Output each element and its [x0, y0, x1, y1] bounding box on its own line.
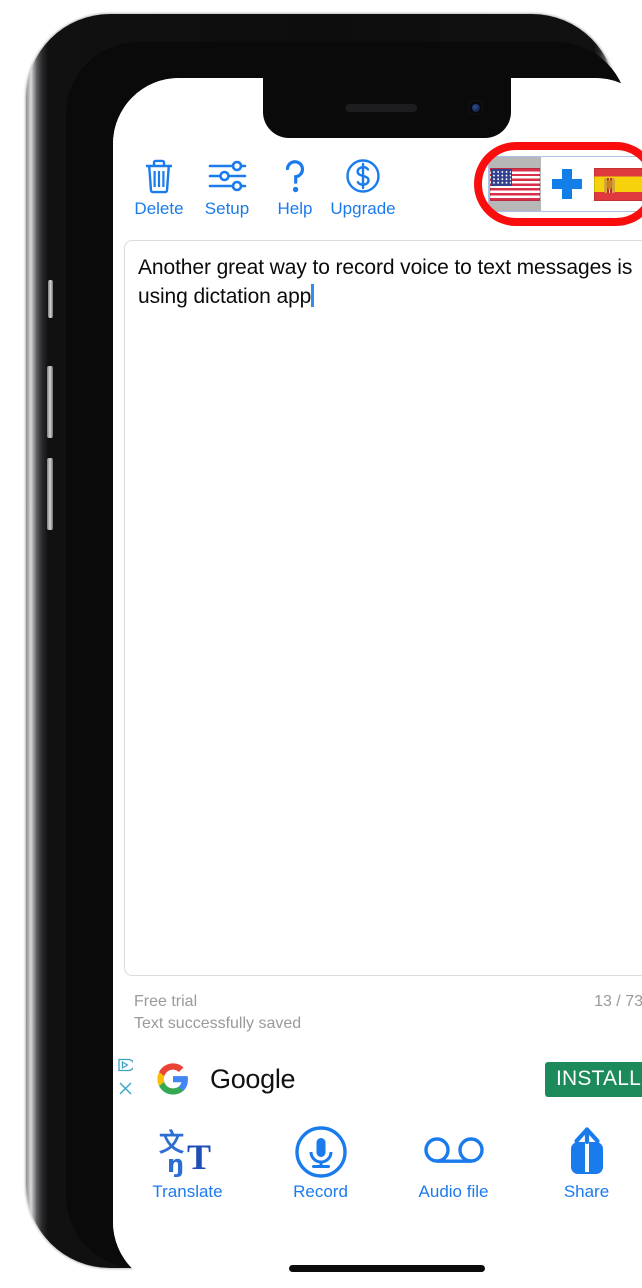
translate-label: Translate [152, 1182, 223, 1201]
record-label: Record [293, 1182, 348, 1201]
editor-text-content: Another great way to record voice to tex… [138, 253, 636, 311]
bottom-toolbar: 文 ŋ T Translate Record Audio file Share [113, 1118, 642, 1228]
status-row-plan: Free trial 13 / 73 [134, 991, 642, 1013]
share-label: Share [563, 1182, 610, 1201]
silent-switch-button[interactable] [48, 280, 53, 318]
ad-controls [114, 1057, 136, 1101]
close-x-icon[interactable] [118, 1081, 133, 1101]
language-selector [488, 156, 642, 212]
flag-es-icon [594, 167, 642, 201]
front-camera-icon [468, 100, 483, 115]
translate-button[interactable]: 文 ŋ T Translate [121, 1124, 254, 1202]
delete-label: Delete [134, 199, 184, 218]
character-counter: 13 / 73 [594, 993, 642, 1010]
dollar-circle-icon [344, 154, 382, 198]
adchoices-triangle-icon[interactable] [117, 1057, 135, 1078]
ad-banner[interactable]: Google INSTALL [113, 1046, 642, 1112]
delete-button[interactable]: Delete [125, 154, 193, 218]
flag-us-icon [490, 167, 540, 201]
target-language-button[interactable] [593, 157, 642, 211]
google-g-icon [156, 1062, 190, 1096]
help-button[interactable]: Help [261, 154, 329, 218]
home-indicator[interactable] [289, 1265, 485, 1272]
voicemail-icon [423, 1124, 485, 1180]
volume-down-button[interactable] [47, 458, 53, 530]
microphone-circle-icon [294, 1124, 348, 1180]
speaker-grille-icon [345, 104, 418, 112]
notch [263, 78, 511, 138]
setup-label: Setup [204, 199, 250, 218]
status-bar: Free trial 13 / 73 Text successfully sav… [113, 983, 642, 1035]
editor-text-value: Another great way to record voice to tex… [138, 256, 633, 308]
phone-screen: Delete Setup Help Upgrade Another great … [113, 78, 642, 1288]
svg-text:T: T [187, 1137, 211, 1177]
add-language-button[interactable] [541, 157, 593, 211]
audio-file-button[interactable]: Audio file [387, 1124, 520, 1202]
share-button[interactable]: Share [520, 1124, 642, 1202]
status-message: Text successfully saved [134, 1015, 302, 1032]
text-editor[interactable]: Another great way to record voice to tex… [124, 240, 642, 976]
volume-up-button[interactable] [47, 366, 53, 438]
help-label: Help [277, 199, 313, 218]
ad-advertiser-name: Google [210, 1063, 296, 1094]
upgrade-button[interactable]: Upgrade [329, 154, 397, 218]
source-language-button[interactable] [489, 157, 541, 211]
sliders-icon [207, 154, 247, 198]
share-upload-icon [563, 1124, 611, 1180]
app-content: Delete Setup Help Upgrade Another great … [113, 78, 642, 1288]
phone-frame: Delete Setup Help Upgrade Another great … [26, 14, 642, 1288]
language-segmented-control [488, 156, 642, 212]
plus-icon [552, 169, 582, 199]
text-caret [311, 284, 315, 307]
upgrade-label: Upgrade [330, 199, 396, 218]
install-button[interactable]: INSTALL [544, 1061, 642, 1097]
plan-label: Free trial [134, 993, 198, 1010]
record-button[interactable]: Record [254, 1124, 387, 1202]
svg-text:ŋ: ŋ [167, 1150, 184, 1177]
audio-file-label: Audio file [418, 1182, 489, 1201]
phone-bezel: Delete Setup Help Upgrade Another great … [66, 42, 642, 1288]
translate-icon: 文 ŋ T [157, 1124, 219, 1180]
question-mark-icon [282, 154, 308, 198]
setup-button[interactable]: Setup [193, 154, 261, 218]
trash-icon [142, 154, 176, 198]
